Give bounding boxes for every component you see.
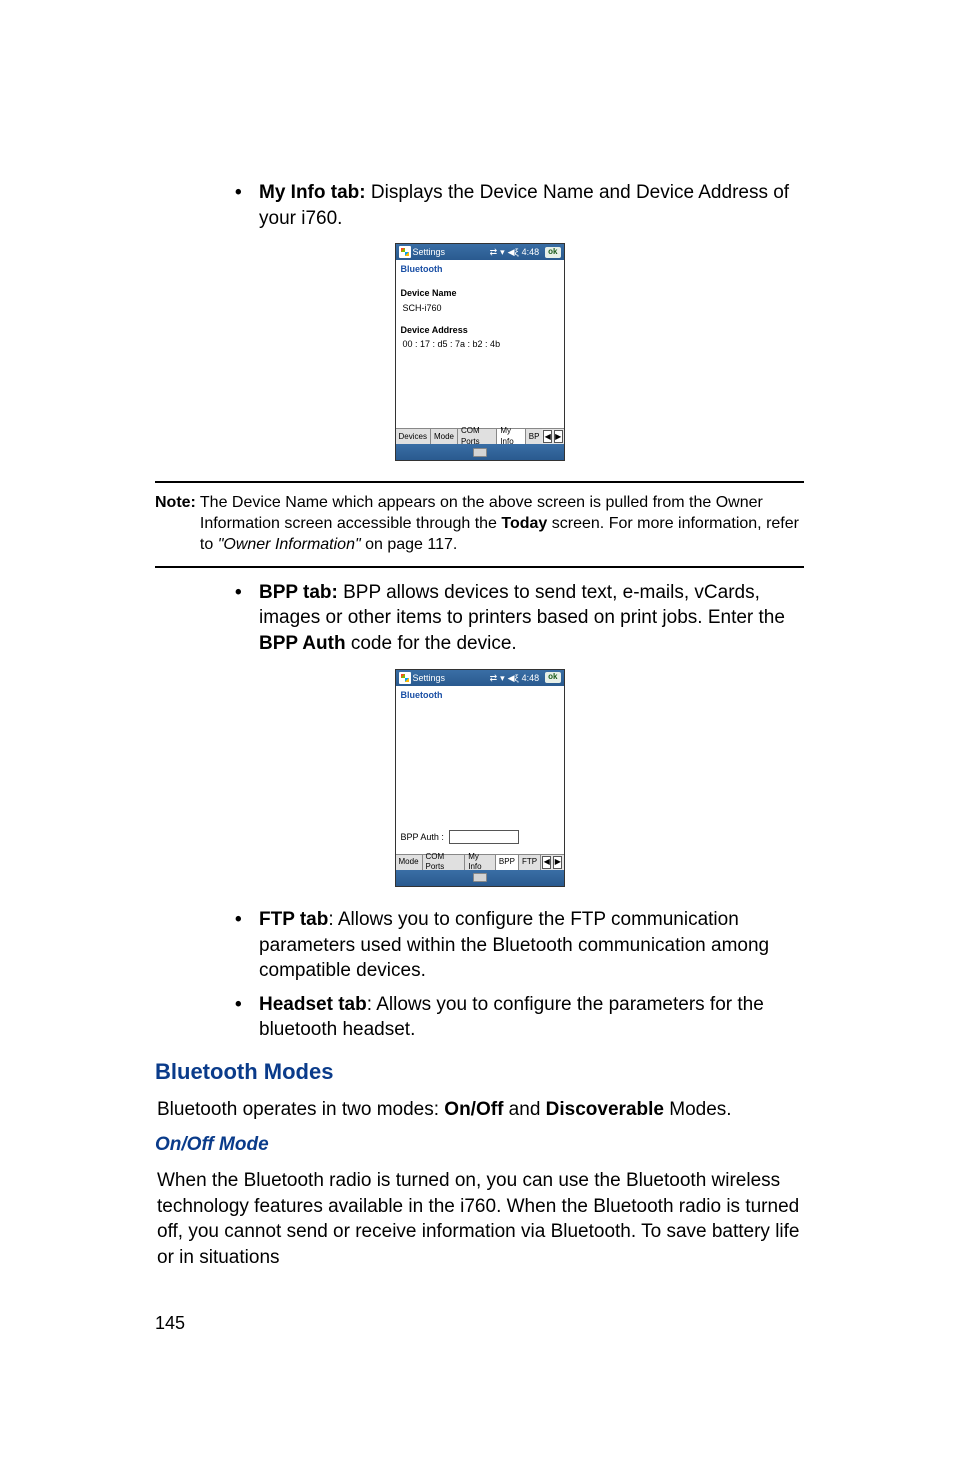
bpp-auth-bold: BPP Auth bbox=[259, 633, 346, 654]
screenshot2-wrap: Settings ⇄ ▾ ◀ξ 4:48 ok Bluetooth BPP Au… bbox=[155, 669, 804, 887]
signal-icon: ▾ bbox=[500, 246, 505, 258]
tab-devices: Devices bbox=[396, 429, 431, 444]
start-icon bbox=[399, 246, 411, 258]
tab-strip: Devices Mode COM Ports My Info BP ◀ ▶ bbox=[396, 428, 564, 444]
content-area-2: BPP Auth : bbox=[396, 704, 564, 854]
softkey-bar bbox=[396, 444, 564, 460]
note-rule-top bbox=[155, 481, 804, 483]
titlebar-title: Settings bbox=[413, 246, 446, 258]
bpp-auth-input bbox=[449, 830, 519, 844]
device-address-value: 00 : 17 : d5 : 7a : b2 : 4b bbox=[403, 338, 559, 350]
tab-myinfo: My Info bbox=[497, 429, 525, 444]
screenshot-bpp: Settings ⇄ ▾ ◀ξ 4:48 ok Bluetooth BPP Au… bbox=[395, 669, 565, 887]
bullet-list-2: BPP tab: BPP allows devices to send text… bbox=[155, 580, 804, 657]
windows-flag-icon bbox=[401, 248, 409, 256]
titlebar-title-2: Settings bbox=[413, 672, 446, 684]
onoff-para: When the Bluetooth radio is turned on, y… bbox=[157, 1168, 804, 1271]
keyboard-icon-2 bbox=[473, 873, 487, 882]
ftp-text: : Allows you to configure the FTP commun… bbox=[259, 909, 769, 981]
subheader-2: Bluetooth bbox=[396, 686, 564, 704]
tab-scroll-left-icon: ◀ bbox=[543, 430, 552, 443]
myinfo-label: My Info tab: bbox=[259, 182, 366, 203]
note-rule-bottom bbox=[155, 566, 804, 568]
time-label-2: 4:48 bbox=[522, 672, 540, 684]
content-area: Device Name SCH-i760 Device Address 00 :… bbox=[396, 278, 564, 428]
volume-icon: ◀ξ bbox=[508, 246, 519, 258]
bullet-list-1: My Info tab: Displays the Device Name an… bbox=[155, 180, 804, 231]
bullet-headset: Headset tab: Allows you to configure the… bbox=[235, 992, 804, 1043]
titlebar: Settings ⇄ ▾ ◀ξ 4:48 ok bbox=[396, 244, 564, 260]
status-icons-2: ⇄ ▾ ◀ξ 4:48 ok bbox=[490, 672, 561, 684]
modes-disc-bold: Discoverable bbox=[546, 1099, 664, 1120]
tab2-myinfo: My Info bbox=[465, 855, 496, 870]
subheader: Bluetooth bbox=[396, 260, 564, 278]
tab2-ftp: FTP bbox=[519, 855, 540, 870]
tab2-scroll-right-icon: ▶ bbox=[553, 856, 562, 869]
tab2-mode: Mode bbox=[396, 855, 423, 870]
titlebar-2: Settings ⇄ ▾ ◀ξ 4:48 ok bbox=[396, 670, 564, 686]
device-name-label: Device Name bbox=[401, 287, 559, 299]
bullet-ftp: FTP tab: Allows you to configure the FTP… bbox=[235, 907, 804, 984]
device-address-label: Device Address bbox=[401, 324, 559, 336]
subsection-onoff: On/Off Mode bbox=[155, 1132, 804, 1158]
bpp-text-2: code for the device. bbox=[346, 633, 517, 654]
tab2-comports: COM Ports bbox=[423, 855, 466, 870]
bpp-auth-label: BPP Auth : bbox=[401, 831, 444, 843]
tab-strip-2: Mode COM Ports My Info BPP FTP ◀ ▶ bbox=[396, 854, 564, 870]
modes-para-2: Modes. bbox=[664, 1099, 732, 1120]
tab2-scroll-left-icon: ◀ bbox=[542, 856, 551, 869]
tab-scroll-right-icon: ▶ bbox=[554, 430, 563, 443]
modes-and: and bbox=[503, 1099, 545, 1120]
bullet-myinfo: My Info tab: Displays the Device Name an… bbox=[235, 180, 804, 231]
bpp-label: BPP tab: bbox=[259, 582, 338, 603]
bpp-text-1: BPP allows devices to send text, e-mails… bbox=[259, 582, 785, 629]
note-label: Note: bbox=[155, 493, 196, 555]
bullet-list-3: FTP tab: Allows you to configure the FTP… bbox=[155, 907, 804, 1043]
bpp-auth-row: BPP Auth : bbox=[401, 830, 559, 849]
section-bluetooth-modes: Bluetooth Modes bbox=[155, 1057, 804, 1087]
status-icons: ⇄ ▾ ◀ξ 4:48 ok bbox=[490, 246, 561, 258]
note-ref-italic: "Owner Information" bbox=[218, 536, 361, 553]
bullet-bpp: BPP tab: BPP allows devices to send text… bbox=[235, 580, 804, 657]
tab-comports: COM Ports bbox=[458, 429, 497, 444]
time-label: 4:48 bbox=[522, 246, 540, 258]
note-block: Note: The Device Name which appears on t… bbox=[155, 493, 804, 555]
screenshot-myinfo: Settings ⇄ ▾ ◀ξ 4:48 ok Bluetooth Device… bbox=[395, 243, 565, 461]
connection-icon: ⇄ bbox=[490, 246, 498, 258]
start-icon-2 bbox=[399, 672, 411, 684]
page-number: 145 bbox=[155, 1311, 804, 1335]
note-text: The Device Name which appears on the abo… bbox=[200, 493, 804, 555]
tab2-bpp: BPP bbox=[496, 855, 519, 870]
tab-bp: BP bbox=[526, 429, 543, 444]
device-name-value: SCH-i760 bbox=[403, 302, 559, 314]
screenshot1-wrap: Settings ⇄ ▾ ◀ξ 4:48 ok Bluetooth Device… bbox=[155, 243, 804, 461]
ok-button-2: ok bbox=[545, 672, 560, 683]
ftp-label: FTP tab bbox=[259, 909, 328, 930]
connection-icon-2: ⇄ bbox=[490, 672, 498, 684]
note-text-3: on page 117. bbox=[361, 536, 458, 553]
modes-onoff-bold: On/Off bbox=[444, 1099, 503, 1120]
softkey-bar-2 bbox=[396, 870, 564, 886]
ok-button: ok bbox=[545, 247, 560, 258]
signal-icon-2: ▾ bbox=[500, 672, 505, 684]
headset-label: Headset tab bbox=[259, 994, 367, 1015]
modes-para-1: Bluetooth operates in two modes: bbox=[157, 1099, 444, 1120]
note-today-bold: Today bbox=[501, 515, 547, 532]
tab-mode: Mode bbox=[431, 429, 458, 444]
modes-intro: Bluetooth operates in two modes: On/Off … bbox=[157, 1097, 804, 1123]
windows-flag-icon-2 bbox=[401, 674, 409, 682]
volume-icon-2: ◀ξ bbox=[508, 672, 519, 684]
keyboard-icon bbox=[473, 448, 487, 457]
